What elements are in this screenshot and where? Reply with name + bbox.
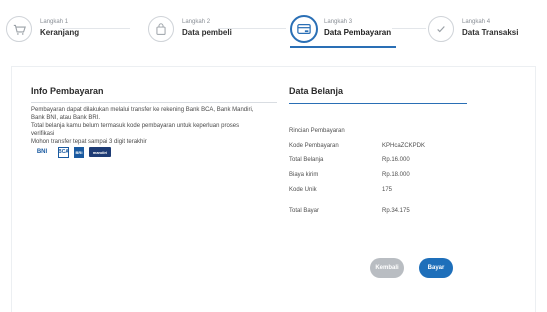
step-connector <box>392 28 426 29</box>
info-divider <box>31 102 277 103</box>
bag-icon <box>148 16 174 42</box>
step-label: Data Pembayaran <box>324 28 392 37</box>
step-label: Keranjang <box>40 28 80 37</box>
active-step-indicator <box>290 46 396 48</box>
bank-logos: BNI BCA BRI mandiri <box>31 146 111 158</box>
row-value: Rp.16.000 <box>382 157 410 163</box>
info-line: verifikasi <box>31 131 55 137</box>
step-sub-label: Langkah 3 <box>324 19 353 25</box>
info-line: Pembayaran dapat dilakukan melalui trans… <box>31 107 254 113</box>
info-line: Total belanja kamu belum termasuk kode p… <box>31 123 240 129</box>
step-label: Data pembeli <box>182 28 232 37</box>
back-button[interactable]: Kembali <box>370 258 404 278</box>
step-label: Data Transaksi <box>462 28 519 37</box>
step-keranjang[interactable]: Langkah 1 Keranjang <box>6 16 79 50</box>
payment-card: Info Pembayaran Pembayaran dapat dilakuk… <box>11 66 536 312</box>
bca-logo: BCA <box>58 146 69 158</box>
bri-logo: BRI <box>74 146 84 158</box>
pay-button[interactable]: Bayar <box>419 258 453 278</box>
step-sub-label: Langkah 4 <box>462 19 491 25</box>
row-value: KPHcaZCKPDK <box>382 143 426 149</box>
bni-logo: BNI <box>36 149 48 155</box>
row-label: Kode Unik <box>289 187 317 193</box>
step-data-transaksi[interactable]: Langkah 4 Data Transaksi <box>428 16 528 50</box>
belanja-title: Data Belanja <box>289 86 344 96</box>
step-data-pembeli[interactable]: Langkah 2 Data pembeli <box>148 16 232 50</box>
row-label: Kode Pembayaran <box>289 143 339 149</box>
step-sub-label: Langkah 1 <box>40 19 69 25</box>
step-data-pembayaran[interactable]: Langkah 3 Data Pembayaran <box>290 15 395 50</box>
checkout-stepper: Langkah 1 Keranjang Langkah 2 Data pembe… <box>0 0 547 60</box>
row-label: Total Belanja <box>289 157 324 163</box>
row-label: Biaya kirim <box>289 172 319 178</box>
card-icon <box>290 15 318 43</box>
check-icon <box>428 16 454 42</box>
total-label: Total Bayar <box>289 208 320 214</box>
rincian-label: Rincian Pembayaran <box>289 128 345 134</box>
row-value: 175 <box>382 187 393 193</box>
row-value: Rp.18.000 <box>382 172 410 178</box>
info-line: Bank BNI, atau Bank BRI. <box>31 115 101 121</box>
total-value: Rp.34.175 <box>382 208 410 214</box>
cart-icon <box>6 16 32 42</box>
step-sub-label: Langkah 2 <box>182 19 211 25</box>
mandiri-logo: mandiri <box>89 147 111 157</box>
belanja-divider <box>289 103 467 104</box>
info-title: Info Pembayaran <box>31 86 104 96</box>
